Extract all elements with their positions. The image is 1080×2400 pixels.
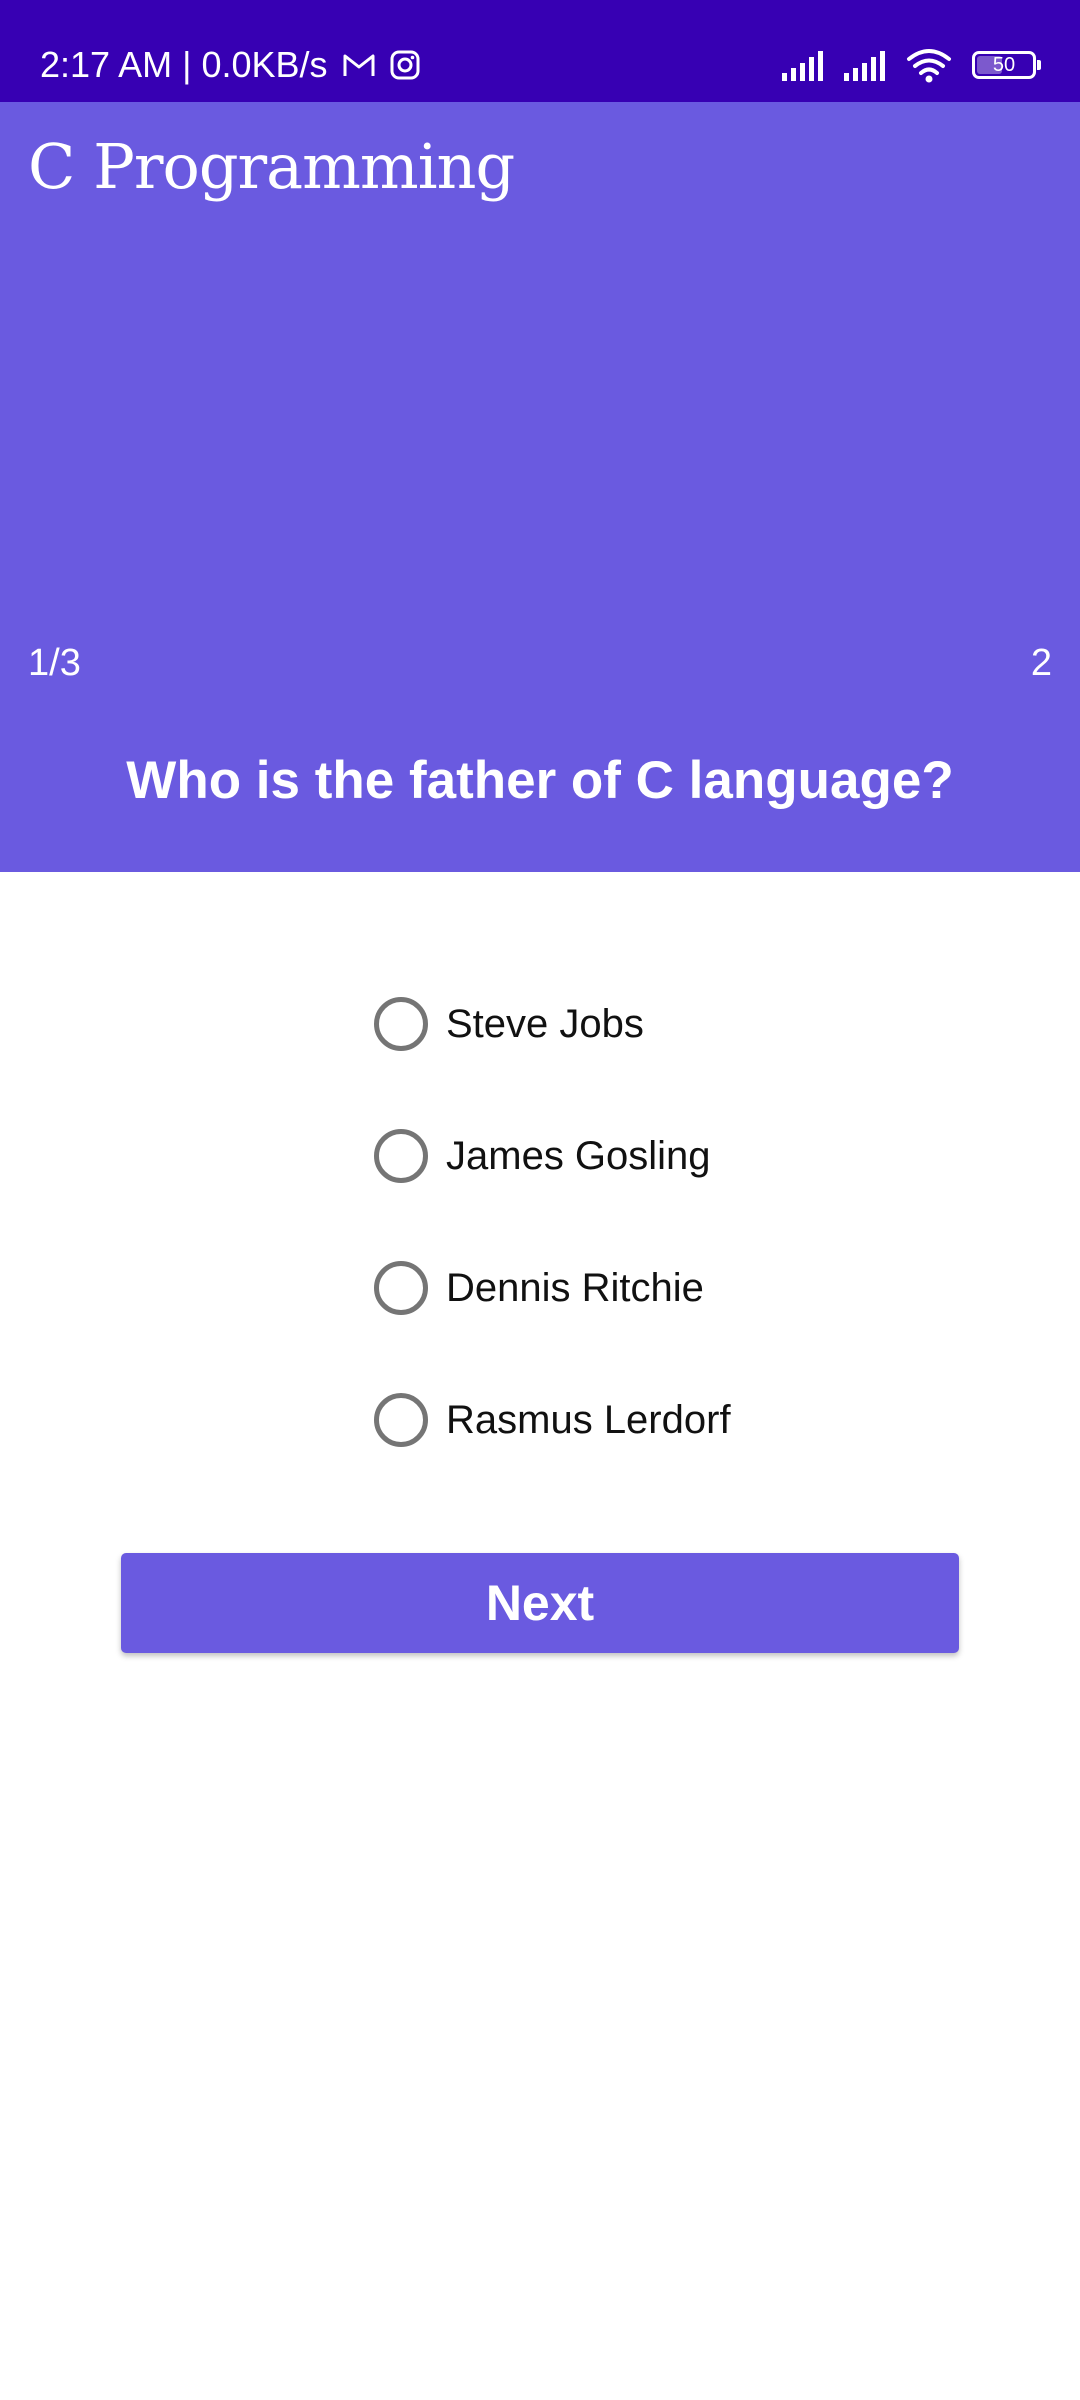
signal-icon [844, 49, 892, 81]
instagram-icon [390, 50, 420, 80]
gmail-icon [342, 52, 376, 78]
battery-level-text: 50 [992, 53, 1016, 76]
option-label: Rasmus Lerdorf [446, 1397, 731, 1442]
question-progress: 1/3 [28, 642, 81, 684]
radio-button-icon[interactable] [374, 1393, 428, 1447]
option-3[interactable]: Dennis Ritchie [374, 1222, 731, 1354]
option-label: James Gosling [446, 1133, 711, 1178]
radio-button-icon[interactable] [374, 1129, 428, 1183]
option-2[interactable]: James Gosling [374, 1090, 731, 1222]
option-label: Steve Jobs [446, 1001, 644, 1046]
signal-icon [782, 49, 830, 81]
option-4[interactable]: Rasmus Lerdorf [374, 1354, 731, 1486]
option-label: Dennis Ritchie [446, 1265, 704, 1310]
quiz-header: C Programming 1/3 2 Who is the father of… [0, 102, 1080, 872]
radio-button-icon[interactable] [374, 997, 428, 1051]
status-bar: 2:17 AM | 0.0KB/s 50 [0, 0, 1080, 102]
score-count: 2 [1030, 642, 1052, 684]
answer-options: Steve Jobs James Gosling Dennis Ritchie … [374, 958, 731, 1486]
option-1[interactable]: Steve Jobs [374, 958, 731, 1090]
next-button[interactable]: Next [121, 1553, 959, 1653]
wifi-icon [906, 47, 952, 83]
battery-icon: 50 [972, 51, 1041, 79]
app-title: C Programming [28, 130, 515, 203]
question-text: Who is the father of C language? [126, 751, 954, 810]
radio-button-icon[interactable] [374, 1261, 428, 1315]
status-time-speed: 2:17 AM | 0.0KB/s [40, 44, 328, 85]
